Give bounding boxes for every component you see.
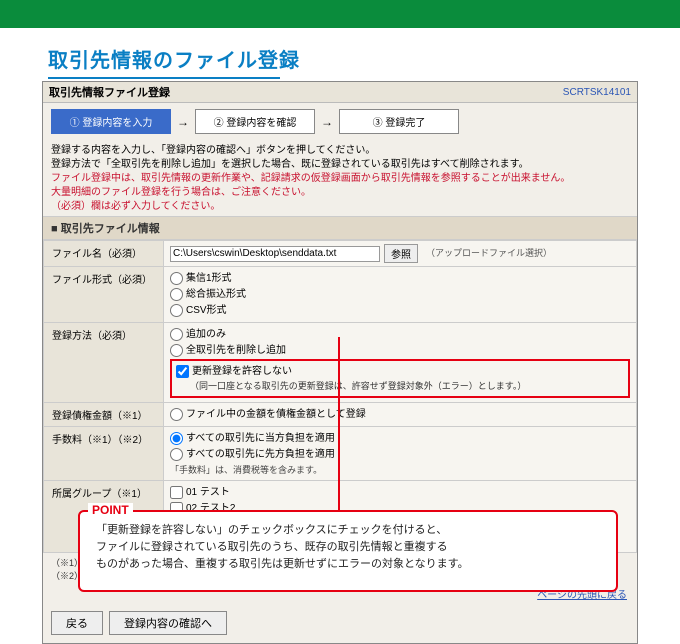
label-fee: 手数料（※1）（※2） (44, 426, 164, 481)
step-1: ① 登録内容を入力 (51, 109, 171, 134)
label-file-format: ファイル形式（必須） (44, 267, 164, 323)
point-label: POINT (88, 503, 133, 517)
radio-fee-1[interactable] (170, 432, 183, 445)
point-callout: 「更新登録を許容しない」のチェックボックスにチェックを付けると、 ファイルに登録… (78, 510, 618, 592)
label-file-name: ファイル名（必須） (44, 241, 164, 267)
file-path-input[interactable] (170, 246, 380, 262)
back-button[interactable]: 戻る (51, 611, 103, 635)
radio-amount-1[interactable] (170, 408, 183, 421)
instr-line: 登録方法で「全取引先を削除し追加」を選択した場合、既に登録されている取引先はすべ… (51, 158, 629, 172)
browse-button[interactable]: 参照 (384, 244, 418, 263)
instr-warning: ファイル登録中は、取引先情報の更新作業や、記録請求の仮登録画面から取引先情報を参… (51, 172, 629, 186)
step-2: ② 登録内容を確認 (195, 109, 315, 134)
panel-title: 取引先情報ファイル登録 (49, 84, 170, 100)
radio-method-1[interactable] (170, 328, 183, 341)
instr-line: （必須）欄は必ず入力してください。 (51, 200, 629, 214)
row-fee: 手数料（※1）（※2） すべての取引先に当方負担を適用 すべての取引先に先方負担… (44, 426, 637, 481)
section-underline (48, 77, 280, 79)
radio-fee-2[interactable] (170, 448, 183, 461)
callout-leader-line (338, 337, 340, 515)
radio-fmt-1[interactable] (170, 272, 183, 285)
arrow-icon: → (321, 115, 333, 129)
radio-fmt-2[interactable] (170, 288, 183, 301)
form-section-title: ■ 取引先ファイル情報 (43, 216, 637, 240)
point-text: 「更新登録を許容しない」のチェックボックスにチェックを付けると、 ファイルに登録… (80, 512, 616, 581)
panel-header: 取引先情報ファイル登録 SCRTSK14101 (43, 82, 637, 103)
upload-note: （アップロードファイル選択） (426, 247, 552, 261)
button-bar: 戻る 登録内容の確認へ (43, 605, 637, 643)
row-register-amount: 登録債権金額（※1） ファイル中の金額を債権金額として登録 (44, 402, 637, 426)
radio-fmt-3[interactable] (170, 304, 183, 317)
checkbox-group-1[interactable] (170, 486, 183, 499)
row-register-method: 登録方法（必須） 追加のみ 全取引先を削除し追加 更新登録を許容しない （同一口… (44, 323, 637, 403)
screen-id: SCRTSK14101 (563, 87, 631, 98)
section-title: 取引先情報のファイル登録 (0, 28, 680, 77)
row-file-format: ファイル形式（必須） 集信1形式 総合振込形式 CSV形式 (44, 267, 637, 323)
instructions: 登録する内容を入力し、「登録内容の確認へ」ボタンを押してください。 登録方法で「… (43, 140, 637, 216)
label-register-amount: 登録債権金額（※1） (44, 402, 164, 426)
confirm-button[interactable]: 登録内容の確認へ (109, 611, 227, 635)
label-register-method: 登録方法（必須） (44, 323, 164, 403)
step-wizard: ① 登録内容を入力 → ② 登録内容を確認 → ③ 登録完了 (43, 103, 637, 140)
row-file-name: ファイル名（必須） 参照 （アップロードファイル選択） (44, 241, 637, 267)
highlighted-option: 更新登録を許容しない （同一口座となる取引先の更新登録は、許容せず登録対象外（エ… (170, 359, 630, 398)
highlighted-subnote: （同一口座となる取引先の更新登録は、許容せず登録対象外（エラー）とします。） (176, 380, 624, 394)
fee-tax-note: 「手数料」は、消費税等を含みます。 (170, 464, 630, 478)
app-top-bar (0, 0, 680, 28)
instr-line: 登録する内容を入力し、「登録内容の確認へ」ボタンを押してください。 (51, 144, 629, 158)
arrow-icon: → (177, 115, 189, 129)
radio-method-2[interactable] (170, 344, 183, 357)
instr-warning: 大量明細のファイル登録を行う場合は、ご注意ください。 (51, 186, 629, 200)
checkbox-disallow-update[interactable] (176, 365, 189, 378)
step-3: ③ 登録完了 (339, 109, 459, 134)
